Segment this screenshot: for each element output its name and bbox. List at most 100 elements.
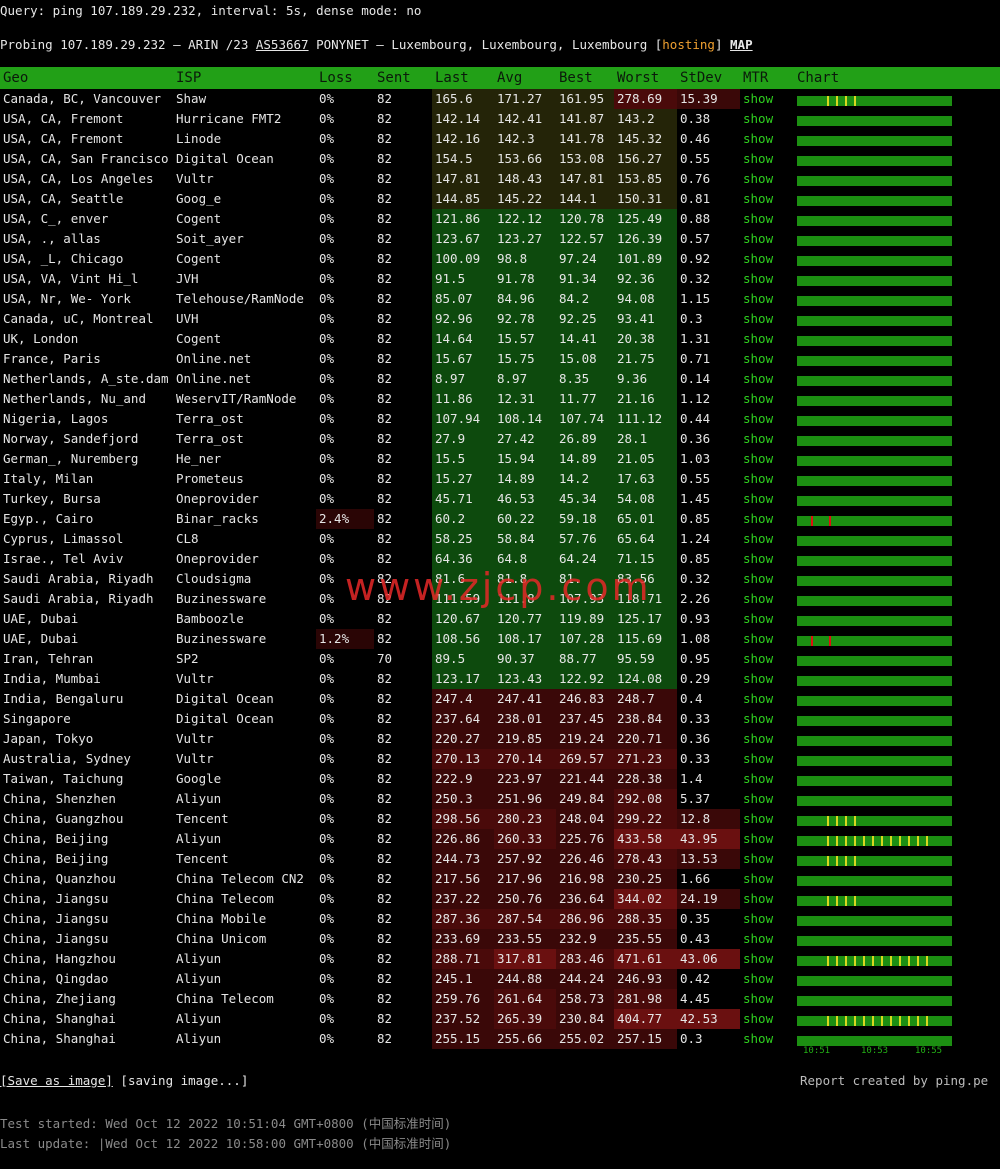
cell-chart	[794, 989, 1000, 1009]
cell-mtr[interactable]: show	[740, 589, 794, 609]
jitter-spike	[845, 896, 847, 906]
cell-loss: 1.2%	[316, 629, 374, 649]
cell-mtr[interactable]: show	[740, 969, 794, 989]
cell-mtr[interactable]: show	[740, 809, 794, 829]
cell-mtr[interactable]: show	[740, 249, 794, 269]
cell-isp: Binar_racks	[176, 511, 259, 526]
cell-mtr[interactable]: show	[740, 489, 794, 509]
cell-mtr[interactable]: show	[740, 1009, 794, 1029]
cell-mtr[interactable]: show	[740, 469, 794, 489]
cell-mtr[interactable]: show	[740, 649, 794, 669]
cell-mtr[interactable]: show	[740, 1029, 794, 1049]
cell-mtr[interactable]: show	[740, 329, 794, 349]
table-row: China, Beijing Aliyun 0% 82 226.86 260.33 225.…	[0, 829, 1000, 849]
column-header-worst[interactable]: Worst	[614, 67, 677, 89]
column-header-best[interactable]: Best	[556, 67, 614, 89]
cell-best: 216.98	[556, 869, 614, 889]
cell-avg: 171.27	[494, 89, 556, 109]
cell-mtr[interactable]: show	[740, 389, 794, 409]
test-started: Test started: Wed Oct 12 2022 10:51:04 G…	[0, 1116, 452, 1131]
cell-mtr[interactable]: show	[740, 89, 794, 109]
cell-mtr[interactable]: show	[740, 889, 794, 909]
cell-mtr[interactable]: show	[740, 629, 794, 649]
cell-stdev: 12.8	[677, 809, 740, 829]
map-link[interactable]: MAP	[730, 37, 753, 52]
column-header-stdev[interactable]: StDev	[677, 67, 740, 89]
cell-mtr[interactable]: show	[740, 689, 794, 709]
cell-mtr[interactable]: show	[740, 709, 794, 729]
cell-mtr[interactable]: show	[740, 769, 794, 789]
cell-stdev: 1.31	[680, 331, 711, 346]
cell-worst: 257.15	[614, 1029, 677, 1049]
cell-mtr[interactable]: show	[740, 289, 794, 309]
cell-last: 244.73	[432, 849, 494, 869]
cell-mtr[interactable]: show	[740, 229, 794, 249]
cell-geo: Iran, Tehran	[3, 651, 94, 666]
cell-mtr[interactable]: show	[740, 549, 794, 569]
cell-mtr[interactable]: show	[740, 729, 794, 749]
cell-mtr[interactable]: show	[740, 149, 794, 169]
cell-mtr[interactable]: show	[740, 909, 794, 929]
column-header-loss[interactable]: Loss	[316, 67, 374, 89]
cell-mtr[interactable]: show	[740, 309, 794, 329]
cell-mtr[interactable]: show	[740, 429, 794, 449]
cell-geo: Japan, Tokyo	[3, 731, 94, 746]
cell-mtr[interactable]: show	[740, 409, 794, 429]
cell-mtr[interactable]: show	[740, 169, 794, 189]
cell-mtr[interactable]: show	[740, 849, 794, 869]
cell-mtr[interactable]: show	[740, 509, 794, 529]
cell-mtr[interactable]: show	[740, 269, 794, 289]
cell-mtr[interactable]: show	[740, 749, 794, 769]
jitter-spike	[926, 836, 928, 846]
cell-last: 14.64	[432, 329, 494, 349]
cell-isp: Tencent	[176, 811, 229, 826]
cell-isp: Cogent	[176, 331, 222, 346]
cell-loss: 0%	[319, 1011, 335, 1026]
column-header-last[interactable]: Last	[432, 67, 494, 89]
asn-link[interactable]: AS53667	[256, 37, 309, 52]
cell-isp: China Mobile	[176, 911, 267, 926]
table-row: China, Quanzhou China Telecom CN2 0% 82 217.…	[0, 869, 1000, 889]
cell-mtr[interactable]: show	[740, 369, 794, 389]
column-header-geo[interactable]: Geo	[0, 67, 173, 89]
column-header-avg[interactable]: Avg	[494, 67, 556, 89]
cell-avg: 238.01	[494, 709, 556, 729]
column-header-sent[interactable]: Sent	[374, 67, 432, 89]
cell-mtr[interactable]: show	[740, 109, 794, 129]
jitter-spike	[827, 96, 829, 106]
cell-geo: UK, London	[3, 331, 79, 346]
cell-mtr[interactable]: show	[740, 829, 794, 849]
column-header-chart[interactable]: Chart	[794, 67, 1000, 89]
cell-mtr[interactable]: show	[740, 609, 794, 629]
cell-chart	[794, 969, 1000, 989]
cell-mtr[interactable]: show	[740, 449, 794, 469]
cell-best: 11.77	[556, 389, 614, 409]
cell-best: 269.57	[556, 749, 614, 769]
cell-avg: 265.39	[494, 1009, 556, 1029]
cell-mtr[interactable]: show	[740, 189, 794, 209]
cell-mtr[interactable]: show	[740, 949, 794, 969]
cell-mtr[interactable]: show	[740, 789, 794, 809]
cell-chart	[794, 749, 1000, 769]
cell-mtr[interactable]: show	[740, 989, 794, 1009]
save-as-image-link[interactable]: [Save as image]	[0, 1073, 113, 1088]
cell-mtr[interactable]: show	[740, 869, 794, 889]
cell-stdev: 0.43	[680, 931, 711, 946]
cell-mtr[interactable]: show	[740, 129, 794, 149]
query-line: Query: ping 107.189.29.232, interval: 5s…	[0, 3, 422, 18]
cell-loss: 0%	[319, 211, 335, 226]
cell-mtr[interactable]: show	[740, 669, 794, 689]
table-row: USA, _L, Chicago Cogent 0% 82 100.09 98.8 97.2…	[0, 249, 1000, 269]
cell-last: 288.71	[432, 949, 494, 969]
cell-mtr[interactable]: show	[740, 349, 794, 369]
cell-mtr[interactable]: show	[740, 209, 794, 229]
latency-sparkline	[797, 436, 952, 446]
column-header-isp[interactable]: ISP	[173, 67, 316, 89]
cell-mtr[interactable]: show	[740, 569, 794, 589]
table-row: China, Shenzhen Aliyun 0% 82 250.3 251.96 249.…	[0, 789, 1000, 809]
column-header-mtr[interactable]: MTR	[740, 67, 794, 89]
cell-isp: Vultr	[176, 671, 214, 686]
cell-mtr[interactable]: show	[740, 529, 794, 549]
table-row: Taiwan, Taichung Google 0% 82 222.9 223.97 221…	[0, 769, 1000, 789]
cell-mtr[interactable]: show	[740, 929, 794, 949]
